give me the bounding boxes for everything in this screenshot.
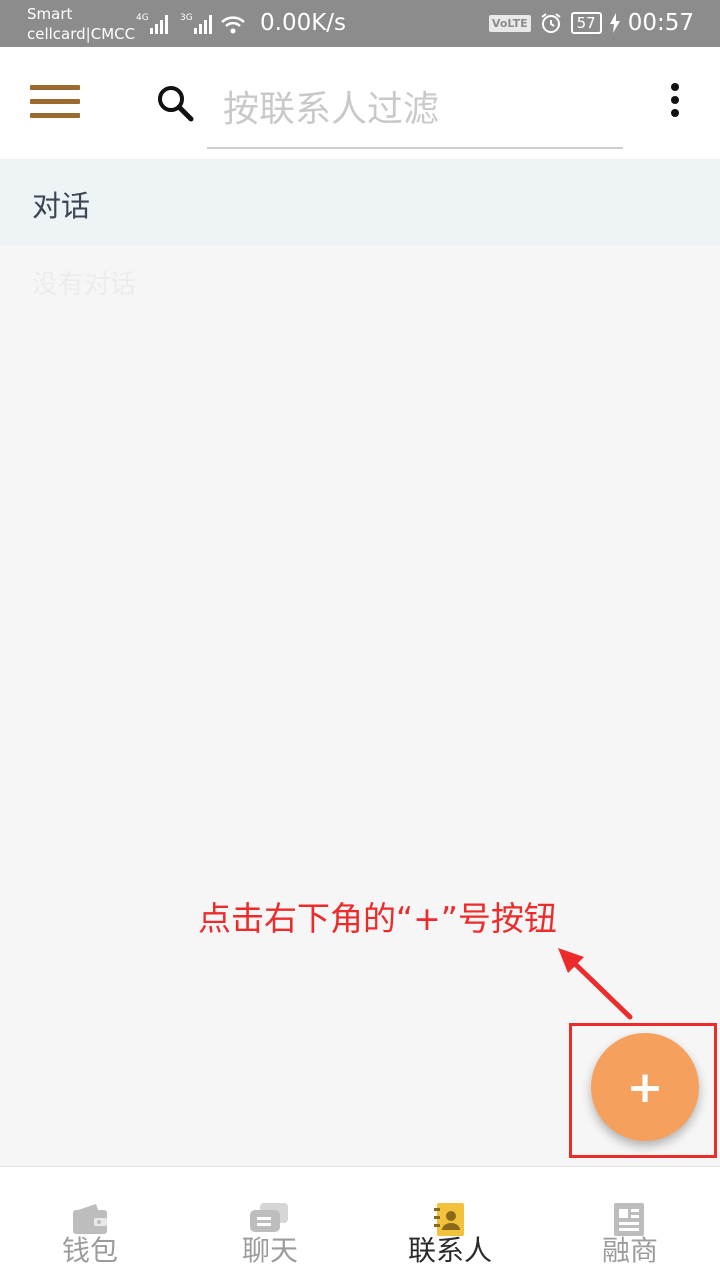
search-icon[interactable]: [155, 83, 195, 123]
tab-label-wallet: 钱包: [61, 1234, 118, 1267]
tab-label-chat: 聊天: [241, 1234, 298, 1267]
app-bar: [0, 47, 720, 159]
tab-wallet[interactable]: 钱包: [0, 1167, 180, 1281]
charging-icon: [609, 13, 620, 33]
network-4g-label: 4G: [136, 13, 149, 23]
tab-news[interactable]: 融商: [540, 1167, 720, 1281]
tab-label-contacts: 联系人: [407, 1234, 492, 1267]
battery-indicator: 57: [570, 12, 602, 34]
alarm-icon: [541, 13, 561, 33]
instruction-annotation: 点击右下角的“+”号按钮: [198, 899, 557, 938]
volte-badge: VoLTE: [488, 14, 531, 32]
network-3g-label: 3G: [180, 13, 193, 23]
carrier-info: Smart cellcard|CMCC: [27, 4, 135, 44]
status-bar: Smart cellcard|CMCC 4G 3G 0.00K/s VoLTE …: [0, 0, 720, 47]
arrow-icon: [558, 948, 633, 1020]
more-vert-icon[interactable]: [660, 83, 690, 123]
add-conversation-button[interactable]: +: [591, 1033, 699, 1141]
conversations-header: 对话: [0, 159, 720, 245]
bottom-navigation: 钱包 聊天 联系人 融商: [0, 1166, 720, 1281]
carrier-line1: Smart: [27, 5, 73, 23]
empty-conversations-text: 没有对话: [32, 270, 137, 300]
section-title: 对话: [32, 189, 91, 223]
tab-contacts[interactable]: 联系人: [360, 1167, 540, 1281]
clock: 00:57: [627, 10, 694, 36]
tab-chat[interactable]: 聊天: [180, 1167, 360, 1281]
contact-filter-input[interactable]: [207, 71, 623, 149]
carrier-line2: cellcard|CMCC: [27, 25, 136, 43]
tab-label-news: 融商: [601, 1234, 658, 1267]
status-right: VoLTE 57 00:57: [488, 8, 694, 38]
menu-icon[interactable]: [30, 85, 80, 121]
network-speed: 0.00K/s: [260, 10, 347, 36]
signal-icons: 4G 3G: [136, 13, 245, 34]
